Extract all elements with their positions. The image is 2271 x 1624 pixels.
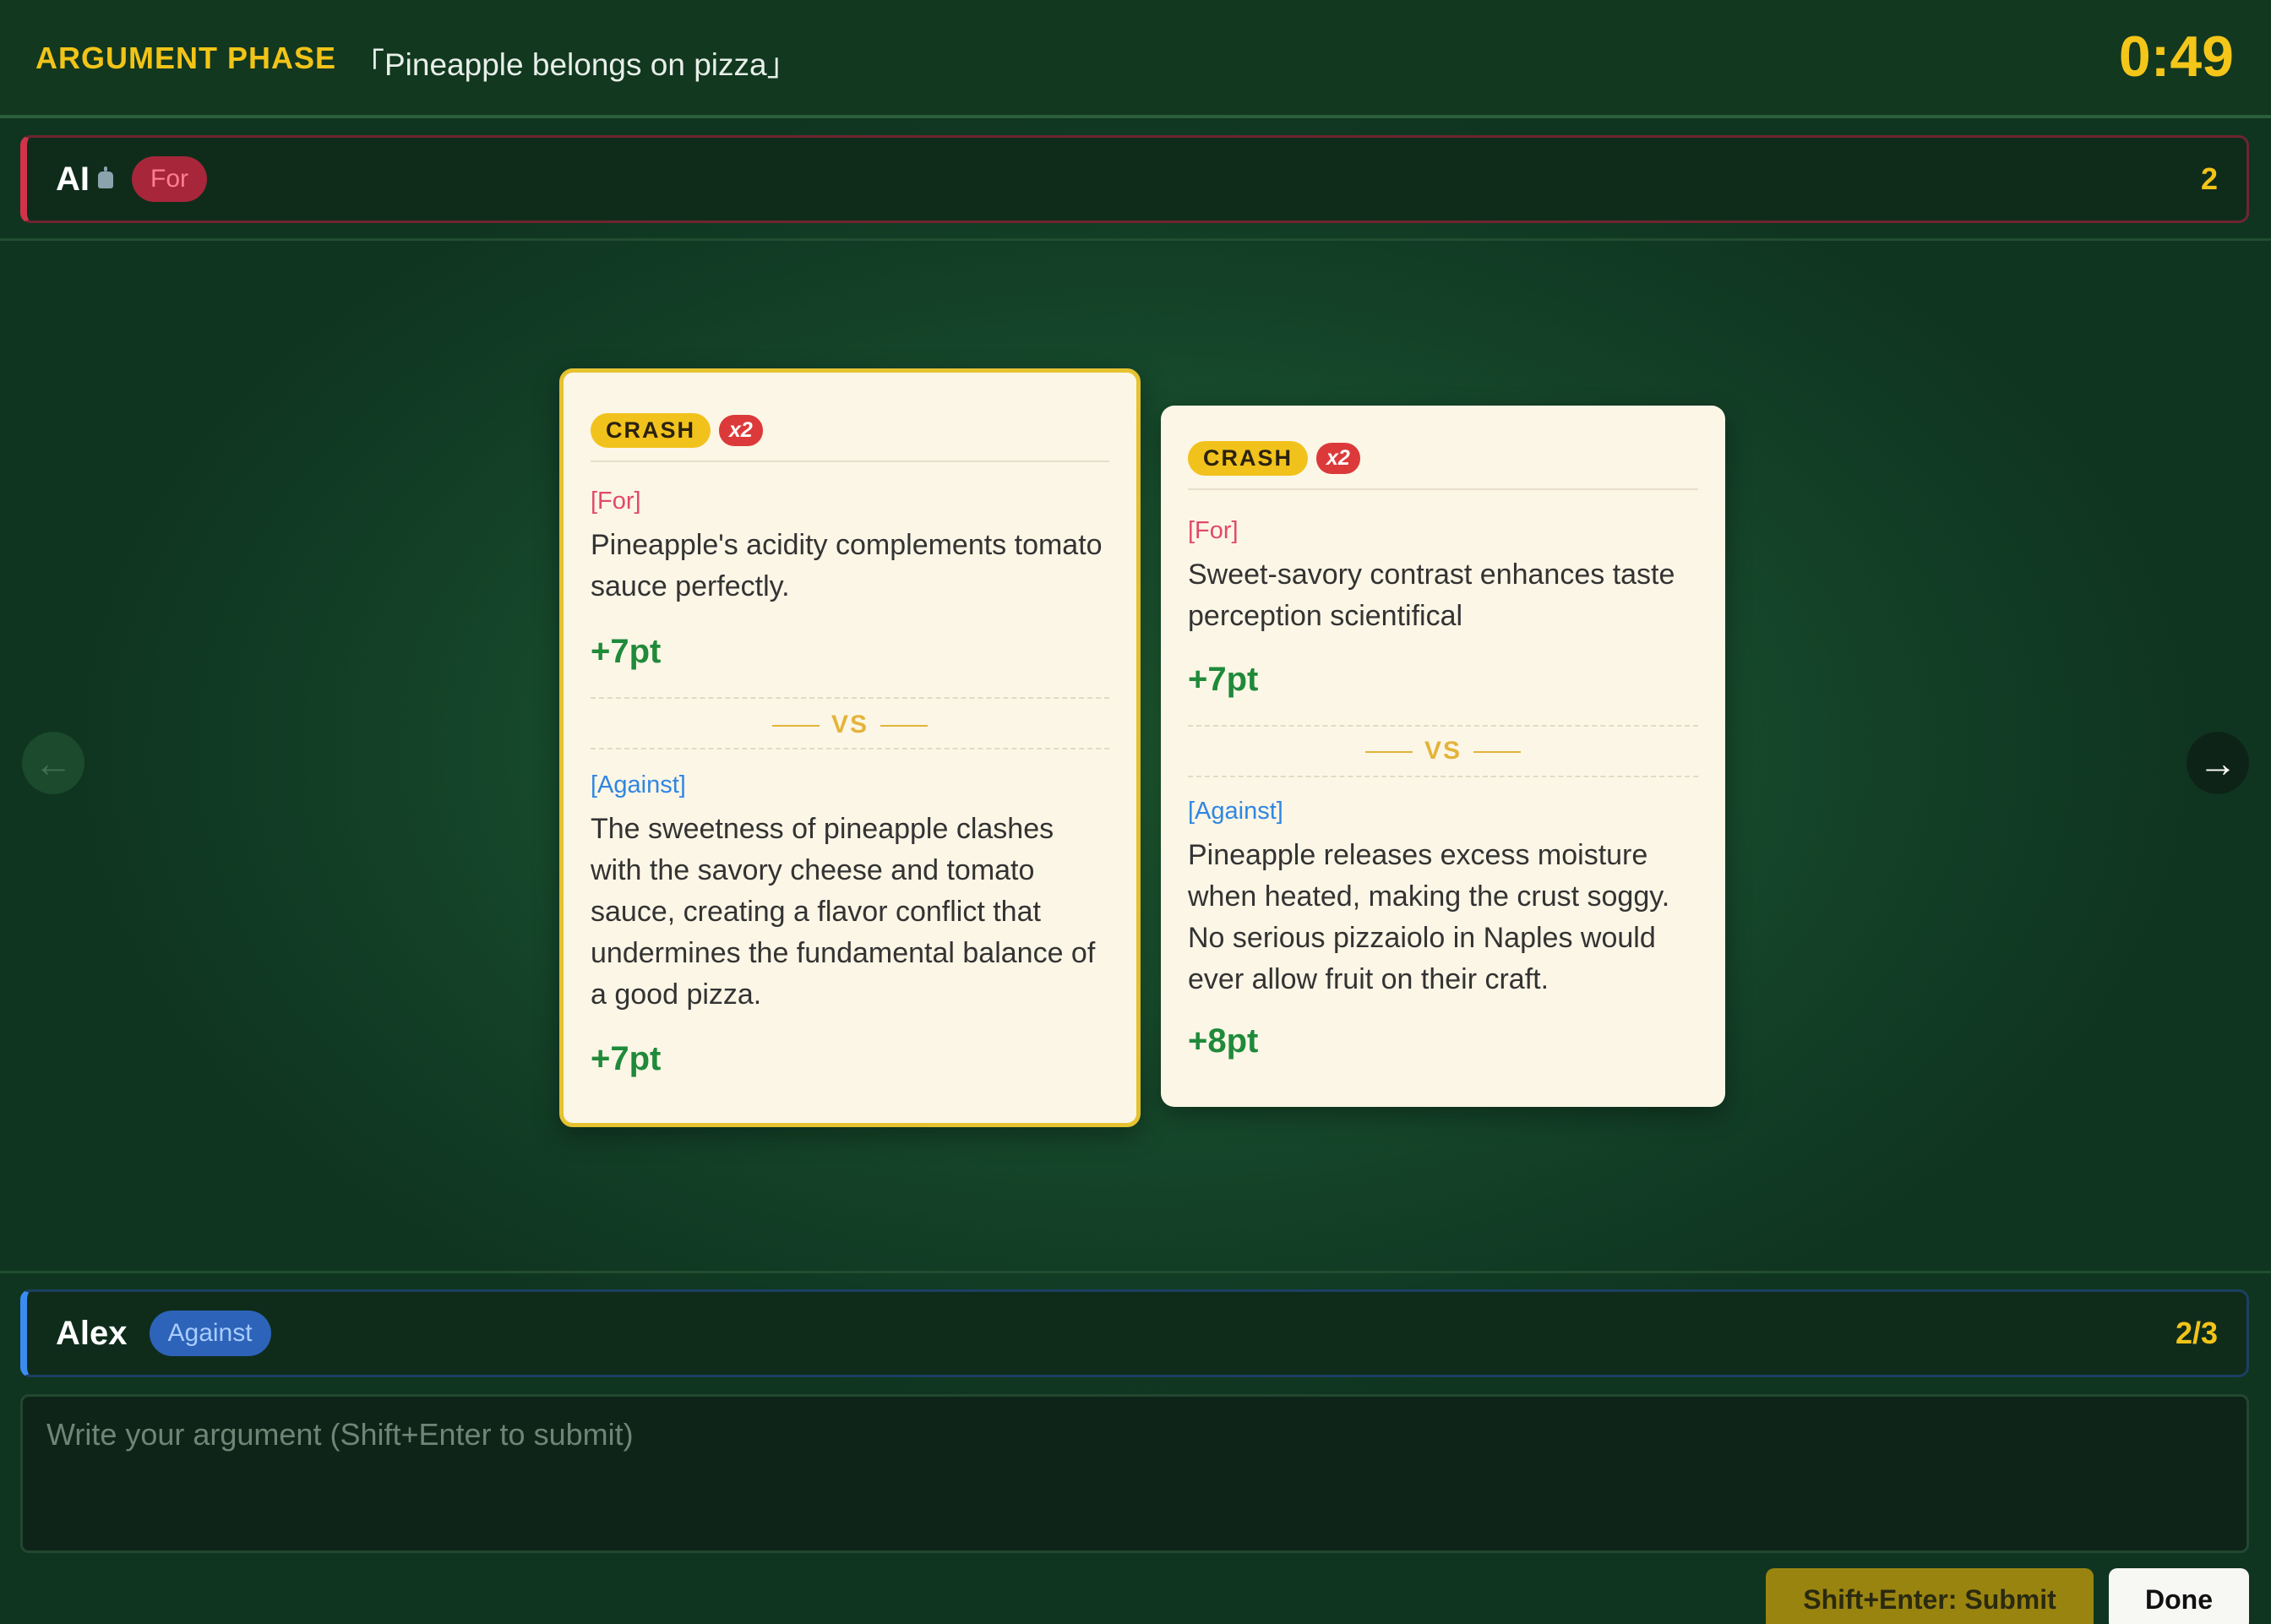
multiplier-badge: x2 (719, 415, 763, 446)
card-divider (591, 460, 1109, 462)
previous-arrow-icon[interactable]: ← (22, 732, 84, 794)
vs-separator: VS (564, 711, 1136, 739)
card-divider (1188, 488, 1698, 490)
against-points: +7pt (591, 1040, 662, 1077)
top-bar: ARGUMENT PHASE 「Pineapple belongs on piz… (0, 0, 2271, 118)
for-label: [For] (591, 488, 641, 515)
debate-topic: 「Pineapple belongs on pizza」 (353, 47, 798, 82)
phase-title: ARGUMENT PHASE (35, 41, 337, 75)
against-label: [Against] (591, 771, 686, 798)
multiplier-badge: x2 (1316, 443, 1360, 474)
submit-button[interactable]: Shift+Enter: Submit (1766, 1568, 2094, 1624)
crash-badge: CRASH (591, 413, 711, 448)
argument-card[interactable]: CRASH x2 [For] Sweet-savory contrast enh… (1161, 406, 1725, 1107)
for-points: +7pt (1188, 661, 1259, 698)
opponent-side-badge: For (132, 156, 207, 202)
opponent-name: AI (56, 160, 90, 198)
argument-card[interactable]: CRASH x2 [For] Pineapple's acidity compl… (559, 368, 1141, 1127)
against-points: +8pt (1188, 1022, 1259, 1060)
against-argument-text: The sweetness of pineapple clashes with … (591, 813, 1096, 1011)
opponent-panel: AI For 2 (20, 135, 2249, 223)
next-arrow-icon[interactable]: → (2187, 732, 2249, 794)
for-points: +7pt (591, 633, 662, 670)
for-argument-text: Pineapple's acidity complements tomato s… (591, 529, 1103, 602)
card-tags: CRASH x2 (591, 413, 763, 448)
against-label: [Against] (1188, 798, 1283, 825)
player-progress: 2/3 (2175, 1316, 2218, 1350)
crash-badge: CRASH (1188, 441, 1309, 476)
player-side-badge: Against (149, 1311, 271, 1356)
divider (0, 238, 2271, 241)
for-label: [For] (1188, 517, 1239, 544)
card-divider (591, 697, 1109, 699)
opponent-score: 2 (2200, 161, 2218, 196)
card-divider (1188, 725, 1698, 727)
player-name: Alex (56, 1314, 128, 1352)
card-divider (591, 748, 1109, 749)
robot-icon (98, 166, 113, 188)
argument-input[interactable] (20, 1394, 2249, 1553)
divider (0, 1271, 2271, 1273)
against-argument-text: Pineapple releases excess moisture when … (1188, 839, 1670, 995)
for-argument-text: Sweet-savory contrast enhances taste per… (1188, 559, 1675, 632)
done-button[interactable]: Done (2109, 1568, 2249, 1624)
player-panel: Alex Against 2/3 (20, 1289, 2249, 1377)
countdown-timer: 0:49 (2118, 25, 2234, 89)
vs-separator: VS (1161, 737, 1725, 766)
card-tags: CRASH x2 (1188, 441, 1360, 476)
card-divider (1188, 776, 1698, 777)
